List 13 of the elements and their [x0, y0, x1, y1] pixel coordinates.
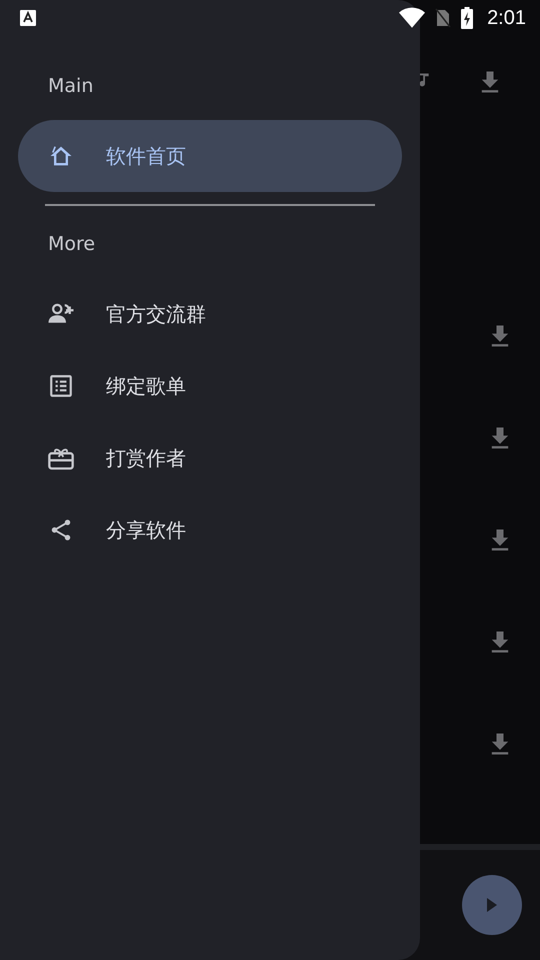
notification-icon — [20, 10, 36, 26]
clock-time: 2:01 — [487, 6, 526, 30]
wifi-icon — [399, 7, 426, 29]
drawer-item[interactable]: 软件首页 — [18, 120, 402, 192]
no-sim-icon — [435, 8, 452, 28]
section-header: Main — [48, 74, 94, 99]
drawer-item[interactable]: 绑定歌单 — [18, 350, 402, 422]
drawer-item[interactable]: 打赏作者 — [18, 422, 402, 494]
battery-charging-icon — [461, 7, 474, 29]
drawer-item[interactable]: 分享软件 — [18, 494, 402, 566]
play-icon — [487, 898, 497, 912]
drawer-item[interactable]: 官方交流群 — [18, 278, 402, 350]
section-header: More — [48, 232, 96, 257]
